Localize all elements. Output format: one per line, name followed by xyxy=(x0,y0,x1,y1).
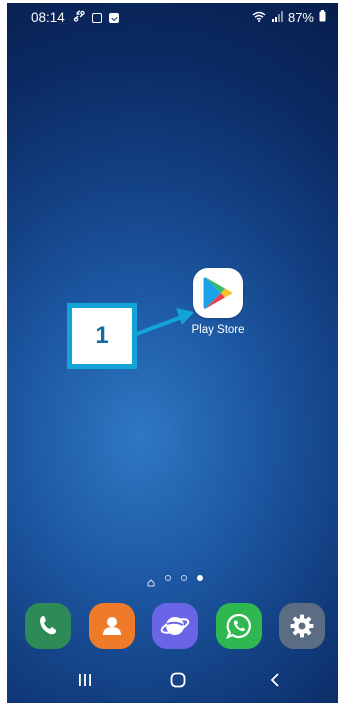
home-screen: 08:14 87% Play Store 1 xyxy=(7,3,338,703)
home-button[interactable] xyxy=(163,667,193,693)
recents-icon xyxy=(79,674,91,686)
home-icon xyxy=(170,672,186,688)
page-dot xyxy=(181,575,187,581)
settings-icon xyxy=(290,614,314,638)
status-bar: 08:14 87% xyxy=(7,3,338,33)
callout-arrow-icon xyxy=(133,308,194,337)
page-dot-active xyxy=(197,575,203,581)
navigation-bar xyxy=(7,655,338,703)
link-icon xyxy=(73,10,85,25)
whatsapp-icon xyxy=(225,613,251,640)
page-dot xyxy=(165,575,171,581)
internet-icon xyxy=(160,617,190,635)
back-icon xyxy=(270,673,279,687)
picture-icon xyxy=(92,12,102,23)
app-dock xyxy=(25,603,325,649)
dock-contacts-app[interactable] xyxy=(88,603,135,649)
home-page-icon xyxy=(147,574,155,587)
page-indicator[interactable] xyxy=(147,574,203,587)
notification-icons xyxy=(73,10,119,25)
signal-icon xyxy=(271,10,283,25)
recents-button[interactable] xyxy=(70,667,100,693)
status-right: 87% xyxy=(252,10,326,25)
dock-phone-app[interactable] xyxy=(25,603,71,649)
battery-icon xyxy=(319,10,326,25)
dock-internet-app[interactable] xyxy=(152,603,198,649)
callout-marker: 1 xyxy=(67,303,137,369)
wifi-icon xyxy=(252,10,266,25)
battery-level: 87% xyxy=(287,10,314,25)
dock-settings-app[interactable] xyxy=(279,603,325,649)
status-time: 08:14 xyxy=(31,10,65,25)
dock-whatsapp-app[interactable] xyxy=(215,603,262,649)
back-button[interactable] xyxy=(260,667,290,693)
callout-number: 1 xyxy=(95,322,109,349)
phone-icon xyxy=(40,616,56,635)
contacts-icon xyxy=(102,617,121,635)
checkbox-icon xyxy=(109,12,119,23)
